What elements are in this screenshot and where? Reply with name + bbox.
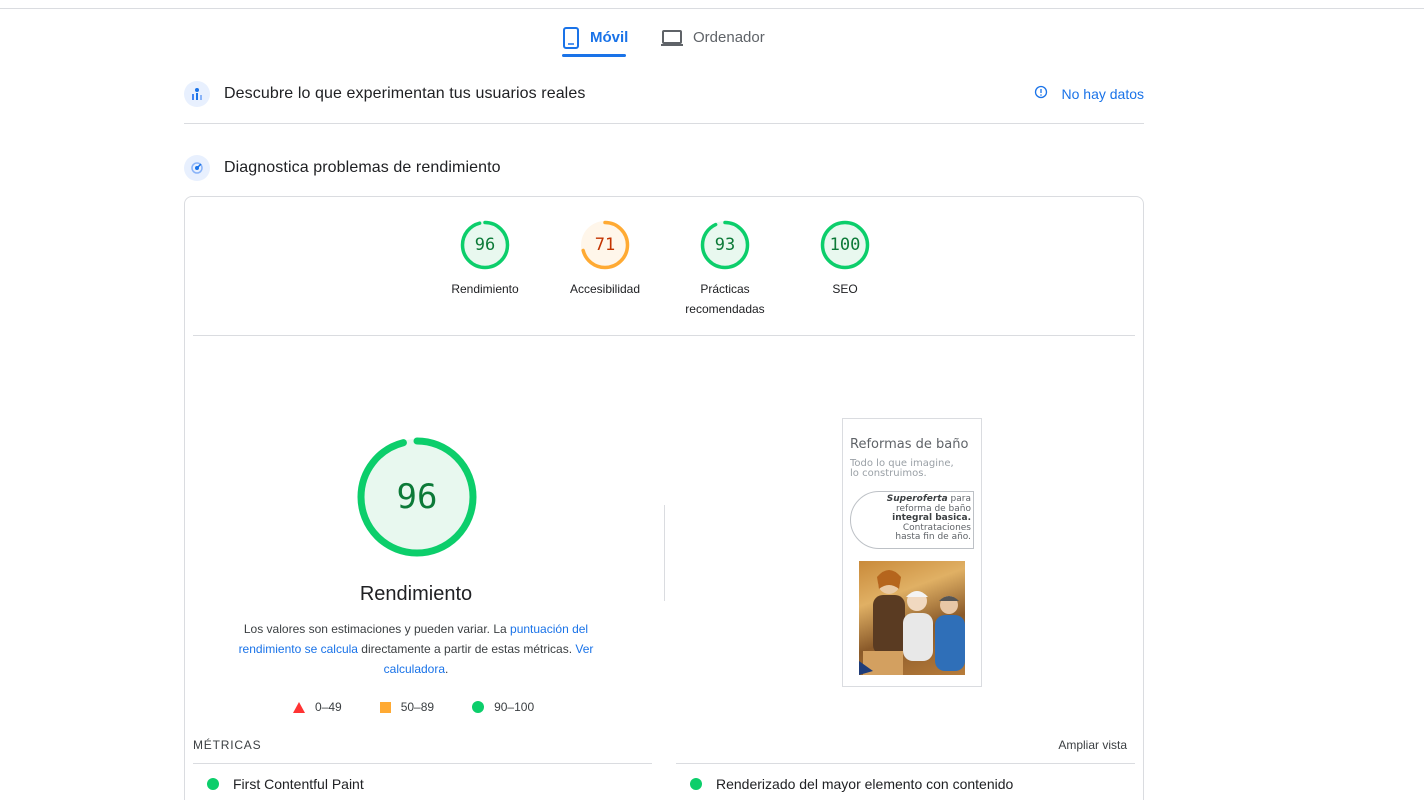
screenshot-heading: Reformas de baño xyxy=(850,437,969,452)
field-data-title: Descubre lo que experimentan tus usuario… xyxy=(224,85,586,102)
performance-title: Rendimiento xyxy=(359,583,473,605)
gauge-value: 93 xyxy=(714,235,736,255)
square-icon xyxy=(379,701,391,713)
family-photo xyxy=(859,561,965,675)
screenshot-offer-box: Superoferta para reforma de baño integral … xyxy=(850,491,974,549)
pass-dot-icon xyxy=(207,778,219,790)
pass-dot-icon xyxy=(690,778,702,790)
offer-bold: Superoferta xyxy=(886,494,948,504)
offer-line: para xyxy=(947,494,971,504)
active-tab-indicator xyxy=(562,54,626,57)
diagnostics-icon xyxy=(184,155,210,181)
legend-label: 90–100 xyxy=(494,700,535,714)
offer-text: Superoferta para reforma de baño integral … xyxy=(886,494,971,543)
gauge-label: Accesibilidad xyxy=(569,282,641,296)
gauge-label: Prácticas recomendadas xyxy=(685,282,765,316)
no-data-label: No hay datos xyxy=(1061,85,1145,102)
metric-lcp: Renderizado del mayor elemento con conte… xyxy=(690,776,1013,792)
expand-view-toggle[interactable]: Ampliar vista xyxy=(1058,738,1127,752)
tab-mobile-label: Móvil xyxy=(590,29,629,46)
desc-text: directamente a partir de estas métricas. xyxy=(357,642,576,656)
gauge-performance[interactable]: 96 Rendimiento xyxy=(430,219,540,299)
device-tabs: Móvil Ordenador xyxy=(0,18,1424,58)
score-legend: 0–49 50–89 90–100 xyxy=(293,699,572,715)
category-gauges: 96 Rendimiento 71 Accesibilidad 93 Práct… xyxy=(185,219,1143,329)
info-icon xyxy=(1034,85,1048,102)
gauge-value: 71 xyxy=(594,235,616,255)
legend-label: 0–49 xyxy=(315,700,342,714)
laptop-icon xyxy=(661,29,683,47)
lab-data-title: Diagnostica problemas de rendimiento xyxy=(224,159,501,176)
card-divider xyxy=(193,335,1135,336)
gauge-seo[interactable]: 100 SEO xyxy=(790,219,900,299)
legend-average: 50–89 xyxy=(379,700,435,714)
no-data-link[interactable]: No hay datos xyxy=(1034,85,1145,102)
metric-label: First Contentful Paint xyxy=(233,776,364,792)
offer-line: hasta fin de año. xyxy=(895,532,971,542)
performance-gauge-large: 96 xyxy=(355,435,479,559)
gauge-label: Rendimiento xyxy=(451,282,519,296)
metrics-divider xyxy=(676,763,1135,764)
legend-fail: 0–49 xyxy=(293,700,342,714)
desc-text: Los valores son estimaciones y pueden va… xyxy=(243,622,511,636)
tab-desktop[interactable]: Ordenador xyxy=(661,18,765,57)
triangle-icon xyxy=(293,701,305,713)
gauge-accessibility[interactable]: 71 Accesibilidad xyxy=(550,219,660,299)
tab-mobile[interactable]: Móvil xyxy=(562,18,628,57)
offer-bold: integral basica. xyxy=(892,513,971,523)
offer-line: Contrataciones xyxy=(902,522,971,533)
lab-data-section: Diagnostica problemas de rendimiento xyxy=(184,148,1144,188)
performance-score: 96 xyxy=(396,477,438,517)
users-chart-icon xyxy=(184,81,210,107)
metric-label: Renderizado del mayor elemento con conte… xyxy=(716,776,1014,792)
smartphone-icon xyxy=(562,26,580,49)
screenshot-subtitle: Todo lo que imagine, lo construimos. xyxy=(850,459,954,479)
gauge-value: 96 xyxy=(474,235,496,255)
legend-label: 50–89 xyxy=(400,700,435,714)
gauge-label: SEO xyxy=(832,282,858,296)
desc-text: . xyxy=(445,662,449,676)
gauge-best-practices[interactable]: 93 Prácticas recomendadas xyxy=(670,219,780,319)
legend-pass: 90–100 xyxy=(472,700,534,714)
field-data-section: Descubre lo que experimentan tus usuario… xyxy=(184,74,1144,114)
performance-description: Los valores son estimaciones y pueden va… xyxy=(229,619,603,679)
page-screenshot: Reformas de baño Todo lo que imagine, lo … xyxy=(842,418,982,687)
metrics-header: MÉTRICAS xyxy=(193,738,262,752)
metrics-divider xyxy=(193,763,652,764)
vertical-divider xyxy=(664,505,665,601)
metric-fcp: First Contentful Paint xyxy=(207,776,364,792)
top-border xyxy=(0,8,1424,9)
gauge-value: 100 xyxy=(829,235,861,255)
report-card: 96 Rendimiento 71 Accesibilidad 93 Práct… xyxy=(184,196,1144,800)
circle-icon xyxy=(472,701,485,713)
tab-desktop-label: Ordenador xyxy=(693,29,765,46)
section-divider xyxy=(184,123,1144,124)
offer-line: reforma de baño xyxy=(896,503,971,514)
subtitle-line: lo construimos. xyxy=(850,468,927,479)
